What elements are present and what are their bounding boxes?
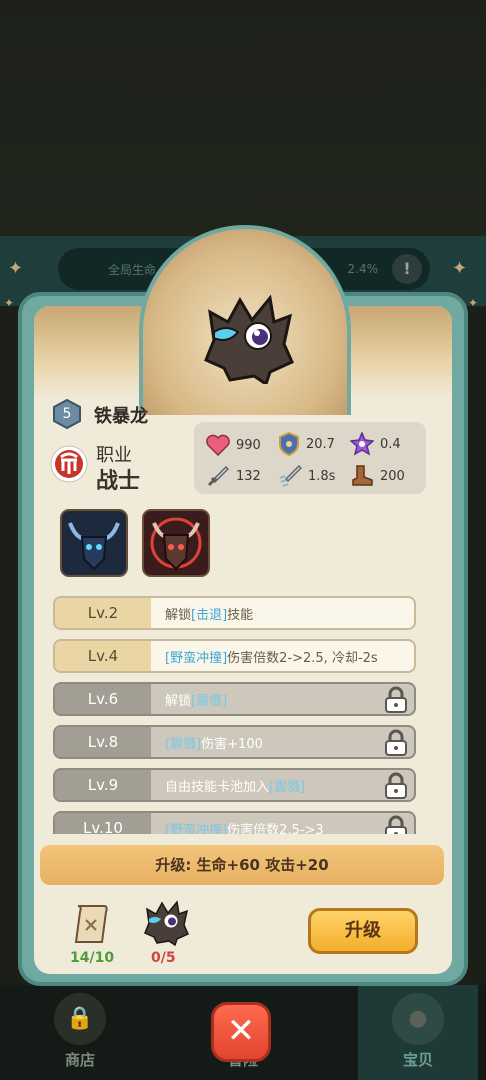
heart-icon [206,434,230,456]
lock-icon [385,772,407,799]
stat-defense-value: 20.7 [306,436,335,452]
shield-icon [279,432,299,456]
pet-name: 铁暴龙 [94,406,148,427]
scroll-count: 14/10 [70,950,115,966]
stats-panel: 990 20.7 0.4 132 1.8s 200 [194,422,426,494]
stat-attack-speed: 1.8s [278,464,335,488]
upgrade-button[interactable]: 升级 [308,908,418,954]
level-row: Lv.6 解锁[震慑] [53,682,416,716]
level-row-lv: Lv.2 [55,598,151,628]
sparkle-icon: ✦ [4,296,15,310]
warrior-class-icon [50,445,88,483]
info-button[interactable]: ! [392,254,422,284]
lock-icon [385,729,407,756]
level-row-desc: [震慑]伤害+100 [165,736,263,752]
stat-crit: 0.4 [350,432,401,456]
stat-move-speed: 200 [350,464,405,488]
attack-speed-icon [279,464,302,487]
stat-attack-speed-value: 1.8s [308,468,336,484]
stat-attack: 132 [206,464,261,488]
level-row: Lv.4 [野蛮冲撞]伤害倍数2->2.5, 冷却-2s [53,639,416,673]
level-row: Lv.9 自由技能卡池加入[震慑] [53,768,416,802]
red-bull-skill-icon[interactable] [142,509,210,577]
pet-icon: ● [392,993,444,1045]
scroll-icon [74,905,108,943]
level-row: Lv.10 [野蛮冲撞]伤害倍数2.5->3 [53,811,416,834]
background-top [0,0,486,240]
level-row-lv: Lv.6 [55,684,151,714]
level-row-lv: Lv.10 [55,813,151,834]
boot-icon [352,465,373,486]
level-row: Lv.8 [震慑]伤害+100 [53,725,416,759]
pet-shard-icon [144,900,189,946]
nav-pets[interactable]: ● 宝贝 [358,985,478,1080]
class-value: 战士 [96,469,141,494]
stat-defense: 20.7 [278,432,335,456]
level-row-desc: 自由技能卡池加入[震慑] [165,779,306,795]
lock-icon [385,686,407,713]
lock-icon: 🔒 [54,993,106,1045]
level-row-desc: 解锁[击退]技能 [165,607,254,623]
global-bonus-value: 2.4% [347,262,379,276]
nav-pets-label: 宝贝 [402,1051,433,1069]
crit-star-icon [350,432,374,456]
level-row-lv: Lv.8 [55,727,151,757]
level-row-lv: Lv.4 [55,641,151,671]
upgrade-bonus-info: 升级: 生命+60 攻击+20 [40,845,444,885]
sparkle-icon: ✦ [8,258,24,279]
dark-bull-skill-icon[interactable] [60,509,128,577]
level-row-lv: Lv.9 [55,770,151,800]
level-badge-icon [53,399,81,429]
sparkle-icon: ✦ [452,258,468,279]
stat-attack-value: 132 [236,468,261,484]
sparkle-icon: ✦ [468,296,479,310]
stat-hp: 990 [206,434,261,456]
stat-move-speed-value: 200 [380,468,405,484]
global-bonus-label: 全局生命 [108,262,157,277]
level-row-desc: 解锁[震慑] [165,693,228,709]
level-row-desc: [野蛮冲撞]伤害倍数2.5->3 [165,822,324,835]
level-row: Lv.2 解锁[击退]技能 [53,596,416,630]
level-row-desc: [野蛮冲撞]伤害倍数2->2.5, 冷却-2s [165,650,378,666]
close-button[interactable]: ✕ [211,1002,271,1062]
nav-shop-label: 商店 [64,1051,95,1069]
stat-crit-value: 0.4 [380,436,401,452]
sword-icon [207,465,230,487]
lock-icon [385,815,407,834]
stat-hp-value: 990 [236,437,261,453]
level-list-clip: Lv.10 [野蛮冲撞]伤害倍数2.5->3 [53,811,416,834]
pet-avatar-icon [204,294,294,384]
nav-shop[interactable]: 🔒 商店 [20,985,140,1080]
pet-shard-count: 0/5 [151,950,176,966]
